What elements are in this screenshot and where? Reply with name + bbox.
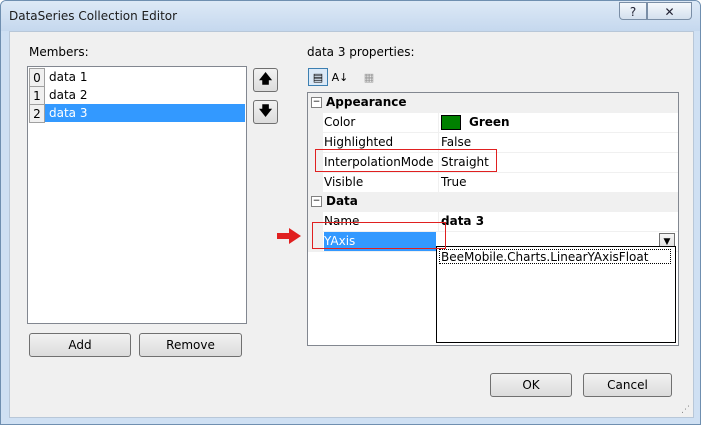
members-list[interactable]: 0 data 1 1 data 2 2 data 3 (27, 66, 247, 324)
remove-button[interactable]: Remove (139, 333, 242, 357)
property-row-color[interactable]: Color Green (308, 113, 678, 133)
properties-label: data 3 properties: (307, 45, 415, 59)
row-gutter (308, 173, 323, 192)
color-swatch (441, 115, 461, 130)
red-arrow-icon (277, 228, 301, 244)
property-grid-toolbar: ▤ A↓ ▦ (307, 66, 677, 88)
property-row-visible[interactable]: Visible True (308, 173, 678, 193)
member-name: data 2 (49, 88, 88, 102)
category-name: Data (326, 194, 358, 208)
category-name: Appearance (326, 95, 407, 109)
property-name-text: Color (324, 115, 356, 129)
window-title: DataSeries Collection Editor (9, 9, 178, 23)
cancel-button[interactable]: Cancel (583, 373, 672, 397)
dialog-window: DataSeries Collection Editor ? ✕ Members… (0, 0, 701, 425)
members-label: Members: (29, 45, 89, 59)
category-data[interactable]: − Data (308, 192, 678, 212)
dropdown-item[interactable]: BeeMobile.Charts.LinearYAxisFloat (439, 249, 671, 264)
member-item-1[interactable]: 1 data 2 (29, 86, 245, 105)
highlight-box-interpolationmode (315, 149, 497, 172)
title-bar[interactable]: DataSeries Collection Editor ? ✕ (1, 1, 700, 31)
highlight-box-yaxis (312, 222, 446, 249)
close-icon: ✕ (664, 5, 675, 19)
color-value-text: Green (469, 115, 510, 129)
ok-button[interactable]: OK (490, 373, 572, 397)
move-up-button[interactable]: 🡅 (253, 68, 278, 92)
member-index: 0 (29, 68, 45, 87)
arrow-down-icon: 🡇 (258, 104, 273, 119)
member-index: 1 (29, 86, 45, 105)
member-item-2[interactable]: 2 data 3 (29, 104, 245, 123)
help-icon: ? (629, 5, 637, 19)
arrow-up-icon: 🡅 (258, 72, 273, 87)
resize-grip-icon[interactable]: ⋰ (681, 405, 690, 415)
property-name: Visible (324, 175, 364, 189)
member-index: 2 (29, 104, 45, 123)
member-name: data 1 (49, 70, 88, 84)
alphabetical-icon[interactable]: A↓ (330, 68, 350, 86)
move-down-button[interactable]: 🡇 (253, 100, 278, 124)
add-button[interactable]: Add (29, 333, 131, 357)
property-pages-icon[interactable]: ▦ (359, 68, 379, 86)
categorized-icon[interactable]: ▤ (308, 68, 328, 86)
help-button[interactable]: ? (619, 2, 647, 20)
row-gutter (308, 113, 323, 132)
close-button[interactable]: ✕ (647, 2, 692, 20)
collapse-icon[interactable]: − (311, 97, 322, 108)
property-value[interactable]: True (438, 173, 678, 192)
collapse-icon[interactable]: − (311, 196, 322, 207)
category-appearance[interactable]: − Appearance (308, 93, 678, 113)
member-item-0[interactable]: 0 data 1 (29, 68, 245, 87)
property-value[interactable]: data 3 (438, 212, 678, 231)
property-value[interactable]: Green (438, 113, 678, 132)
member-name: data 3 (49, 106, 88, 120)
yaxis-dropdown-list[interactable]: BeeMobile.Charts.LinearYAxisFloat (436, 246, 676, 343)
property-name: Color (324, 113, 436, 132)
